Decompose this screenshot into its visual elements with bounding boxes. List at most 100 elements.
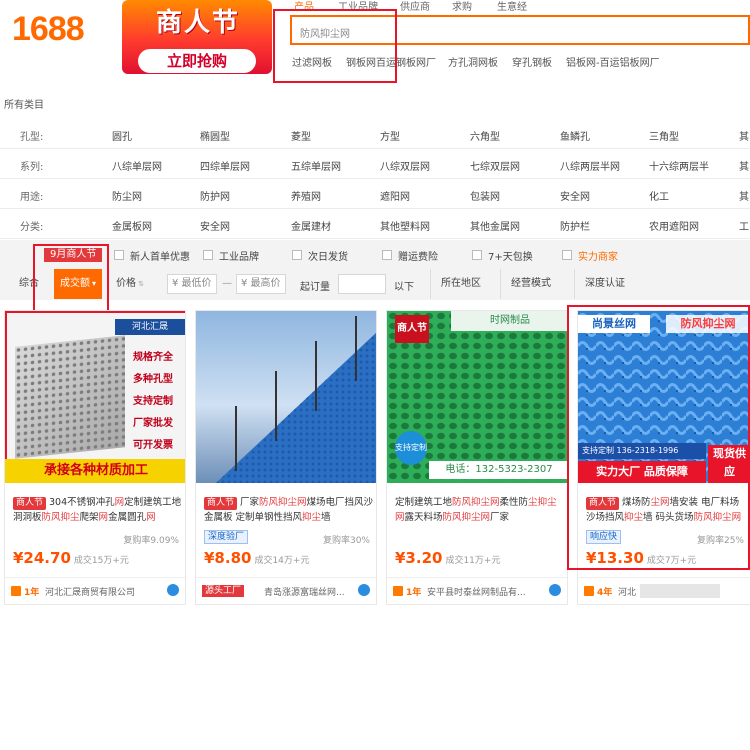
highlight-frame-sort	[33, 244, 109, 316]
title-keyword: 抑	[537, 497, 548, 508]
facet-option[interactable]: 三角型	[649, 128, 679, 143]
facet-label: 用途:	[20, 192, 44, 203]
facet-option[interactable]: 金属板网	[112, 218, 152, 233]
facet-option[interactable]: 其	[739, 158, 749, 173]
shop-years: 1年	[406, 588, 422, 598]
facet-option[interactable]: 防护网	[200, 188, 230, 203]
facet-option[interactable]: 椭圆型	[200, 128, 230, 143]
sort-by-price[interactable]: 价格 ⇅	[110, 269, 150, 299]
chat-icon[interactable]	[167, 584, 179, 596]
facet-label: 分类:	[20, 222, 44, 233]
shop-name[interactable]: 青岛涨源富瑞丝网...	[264, 585, 345, 598]
facet-option[interactable]: 其他塑料网	[380, 218, 430, 233]
facet-option[interactable]: 其他金属网	[470, 218, 520, 233]
min-price-input[interactable]: ¥ 最低价	[167, 274, 217, 294]
checkbox-new-customer[interactable]	[114, 250, 124, 260]
title-keyword: 网	[146, 512, 156, 523]
checkbox-7day-exchange[interactable]	[472, 250, 482, 260]
product-title[interactable]: 定制建筑工地防风抑尘网柔性防尘抑尘网露天料场防风抑尘网厂家	[395, 495, 565, 525]
facet-option[interactable]: 菱型	[291, 128, 311, 143]
facet-option[interactable]: 其	[739, 188, 749, 203]
product-image[interactable]: 时网制品 商人节 支持定制 电话：132-5323-2307	[387, 311, 567, 483]
facet-option[interactable]: 七综双层网	[470, 158, 520, 173]
title-keyword: 防风抑尘网	[452, 497, 500, 508]
shop-info[interactable]: 1年 河北汇晟商贸有限公司	[5, 577, 185, 604]
checkbox-next-day-ship[interactable]	[292, 250, 302, 260]
filter-option-label[interactable]: 7+天包换	[488, 248, 533, 263]
chat-icon[interactable]	[549, 584, 561, 596]
facet-option[interactable]: 八综双层网	[380, 158, 430, 173]
max-price-input[interactable]: ¥ 最高价	[236, 274, 286, 294]
deal-volume: 成交14万+元	[254, 556, 310, 566]
facet-option[interactable]: 方型	[380, 128, 400, 143]
image-feature: 可开发票	[133, 440, 173, 451]
business-mode-dropdown[interactable]: 经营模式	[500, 269, 573, 299]
moq-input[interactable]	[338, 274, 386, 294]
filter-option-label[interactable]: 工业品牌	[219, 248, 259, 263]
product-card[interactable]: 河北汇晟 规格齐全 多种孔型 支持定制 厂家批发 可开发票 承接各种材质加工 商…	[4, 310, 186, 605]
chat-icon[interactable]	[358, 584, 370, 596]
facet-option[interactable]: 养殖网	[291, 188, 321, 203]
shop-name[interactable]: 河北汇晟商贸有限公司	[45, 585, 135, 598]
facet-option[interactable]: 八综两层半网	[560, 158, 620, 173]
title-text: 露天料场	[404, 512, 443, 523]
facet-option[interactable]: 四综单层网	[200, 158, 250, 173]
facet-option[interactable]: 防尘网	[112, 188, 142, 203]
facet-option[interactable]: 八综单层网	[112, 158, 162, 173]
facet-option[interactable]: 安全网	[200, 218, 230, 233]
filter-option-label[interactable]: 赠运费险	[398, 248, 438, 263]
shop-name[interactable]: 安平县时泰丝网制品有...	[427, 585, 526, 598]
facet-option[interactable]: 化工	[649, 188, 669, 203]
facet-option[interactable]: 五综单层网	[291, 158, 341, 173]
hole-pattern	[15, 335, 125, 459]
tab-supplier[interactable]: 供应商	[400, 0, 430, 13]
facet-option[interactable]: 工	[739, 218, 749, 233]
shop-info[interactable]: 4年 河北	[578, 577, 750, 604]
filter-option-label[interactable]: 新人首单优惠	[130, 248, 190, 263]
image-feature: 多种孔型	[133, 374, 173, 385]
product-image[interactable]: 河北汇晟 规格齐全 多种孔型 支持定制 厂家批发 可开发票 承接各种材质加工	[5, 311, 185, 483]
facet-option[interactable]: 十六综两层半	[649, 158, 709, 173]
price-range-dash: —	[222, 278, 232, 289]
checkbox-strong-merchant[interactable]	[562, 250, 572, 260]
product-title[interactable]: 商人节 厂家防风抑尘网煤场电厂挡风沙金属板 定制单钢性挡风抑尘墙	[204, 495, 374, 525]
site-logo[interactable]: 1688	[12, 10, 85, 49]
product-card[interactable]: 商人节 厂家防风抑尘网煤场电厂挡风沙金属板 定制单钢性挡风抑尘墙 深度验厂 复购率…	[195, 310, 377, 605]
shop-name[interactable]: 河北	[618, 585, 636, 598]
moq-label: 起订量	[300, 282, 330, 293]
tab-business[interactable]: 生意经	[497, 0, 527, 13]
facet-option[interactable]: 包装网	[470, 188, 500, 203]
title-text: 柔性防	[499, 497, 529, 508]
product-price: ¥3.20 成交11万+元	[395, 549, 500, 567]
facet-option[interactable]: 圆孔	[112, 128, 132, 143]
facet-option[interactable]: 六角型	[470, 128, 500, 143]
shop-info[interactable]: 源头工厂 青岛涨源富瑞丝网...	[196, 577, 376, 604]
product-price: ¥8.80 成交14万+元	[204, 549, 309, 567]
facet-option[interactable]: 金属建材	[291, 218, 331, 233]
facet-option[interactable]: 鱼鳞孔	[560, 128, 590, 143]
facet-option[interactable]: 遮阳网	[380, 188, 410, 203]
filter-option-label[interactable]: 次日发货	[308, 248, 348, 263]
checkbox-industrial-brand[interactable]	[203, 250, 213, 260]
hot-word[interactable]: 铝板网-百运铝板网厂	[566, 54, 660, 69]
facet-option[interactable]: 安全网	[560, 188, 590, 203]
title-text: 金属圆孔	[108, 512, 147, 523]
product-title[interactable]: 商人节 304不锈钢冲孔网定制建筑工地洞洞板防风抑尘爬架网金属圆孔网	[13, 495, 183, 525]
promo-buy-button[interactable]: 立即抢购	[138, 49, 256, 73]
tab-purchase[interactable]: 求购	[452, 0, 472, 13]
hot-word[interactable]: 穿孔钢板	[512, 54, 552, 69]
facet-option[interactable]: 农用遮阳网	[649, 218, 699, 233]
shop-years: 1年	[24, 588, 40, 598]
all-categories-link[interactable]: 所有类目	[4, 96, 44, 111]
facet-option[interactable]: 防护栏	[560, 218, 590, 233]
region-dropdown[interactable]: 所在地区	[430, 269, 503, 299]
filter-option-label[interactable]: 实力商家	[578, 248, 618, 263]
shop-years-icon	[584, 586, 594, 596]
certification-dropdown[interactable]: 深度认证	[574, 269, 647, 299]
product-image[interactable]	[196, 311, 376, 483]
hot-word[interactable]: 方孔洞网板	[448, 54, 498, 69]
checkbox-shipping-insurance[interactable]	[382, 250, 392, 260]
shop-info[interactable]: 1年 安平县时泰丝网制品有...	[387, 577, 567, 604]
product-card[interactable]: 时网制品 商人节 支持定制 电话：132-5323-2307 定制建筑工地防风抑…	[386, 310, 568, 605]
facet-option[interactable]: 其	[739, 128, 749, 143]
